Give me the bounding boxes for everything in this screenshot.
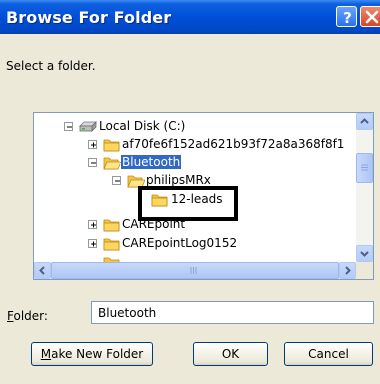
horizontal-scrollbar[interactable] <box>34 262 356 279</box>
folder-icon <box>103 217 121 236</box>
title-bar[interactable]: Browse For Folder ? <box>0 0 380 34</box>
make-new-folder-button[interactable]: Make New Folder <box>31 342 153 366</box>
collapse-toggle[interactable] <box>88 158 97 167</box>
folder-field-label: Folder: <box>7 309 48 323</box>
tree-item-label: af70fe6f152ad621b93f72a8a368f8f1 <box>122 137 345 151</box>
tree-item-local-disk[interactable]: Local Disk (C:) <box>34 118 364 136</box>
close-button[interactable] <box>360 6 380 27</box>
cancel-button[interactable]: Cancel <box>284 342 373 366</box>
help-glyph: ? <box>343 9 352 27</box>
expand-toggle[interactable] <box>88 220 97 229</box>
ok-button[interactable]: OK <box>193 342 268 366</box>
expand-toggle[interactable] <box>88 140 97 149</box>
chevron-up-icon <box>360 118 369 124</box>
grip-icon <box>190 267 197 274</box>
grip-icon <box>361 164 368 171</box>
tree-item-label: Local Disk (C:) <box>99 119 186 133</box>
horizontal-scroll-thumb[interactable] <box>51 262 339 279</box>
access-key: M <box>40 346 52 361</box>
tree-item-label: CAREpointLog0152 <box>122 236 238 250</box>
tree-item-carepointlog0152[interactable]: CAREpointLog0152 <box>34 235 254 253</box>
highlight-annotation-box <box>138 186 238 221</box>
chevron-right-icon <box>345 266 351 275</box>
prompt-text: Select a folder. <box>6 59 96 73</box>
close-icon <box>365 10 379 24</box>
button-label: ake New Folder <box>51 346 144 361</box>
folder-name-input[interactable] <box>91 301 374 324</box>
chevron-left-icon <box>39 266 45 275</box>
scroll-down-button[interactable] <box>356 245 373 262</box>
folder-icon <box>103 236 121 255</box>
window-title: Browse For Folder <box>6 8 172 27</box>
tree-item-af70fe6f[interactable]: af70fe6f152ad621b93f72a8a368f8f1 <box>34 136 373 154</box>
help-button[interactable]: ? <box>336 6 357 27</box>
help-icon: ? <box>343 9 352 27</box>
scroll-up-button[interactable] <box>356 113 373 130</box>
button-label: OK <box>221 346 240 361</box>
expand-toggle[interactable] <box>88 239 97 248</box>
tree-item-label: Bluetooth <box>119 154 183 170</box>
collapse-toggle[interactable] <box>64 122 73 131</box>
scroll-right-button[interactable] <box>339 262 356 279</box>
scroll-thumb[interactable] <box>356 153 373 183</box>
button-label: Cancel <box>308 346 349 361</box>
scroll-left-button[interactable] <box>34 262 51 279</box>
folder-label-rest: older: <box>13 309 48 323</box>
tree-item-bluetooth[interactable]: Bluetooth <box>34 154 234 172</box>
collapse-toggle[interactable] <box>112 176 121 185</box>
scrollbar-corner <box>356 262 373 279</box>
tree-item-label: philipsMRx <box>146 173 211 187</box>
chevron-down-icon <box>360 251 369 257</box>
vertical-scrollbar[interactable] <box>356 113 373 262</box>
